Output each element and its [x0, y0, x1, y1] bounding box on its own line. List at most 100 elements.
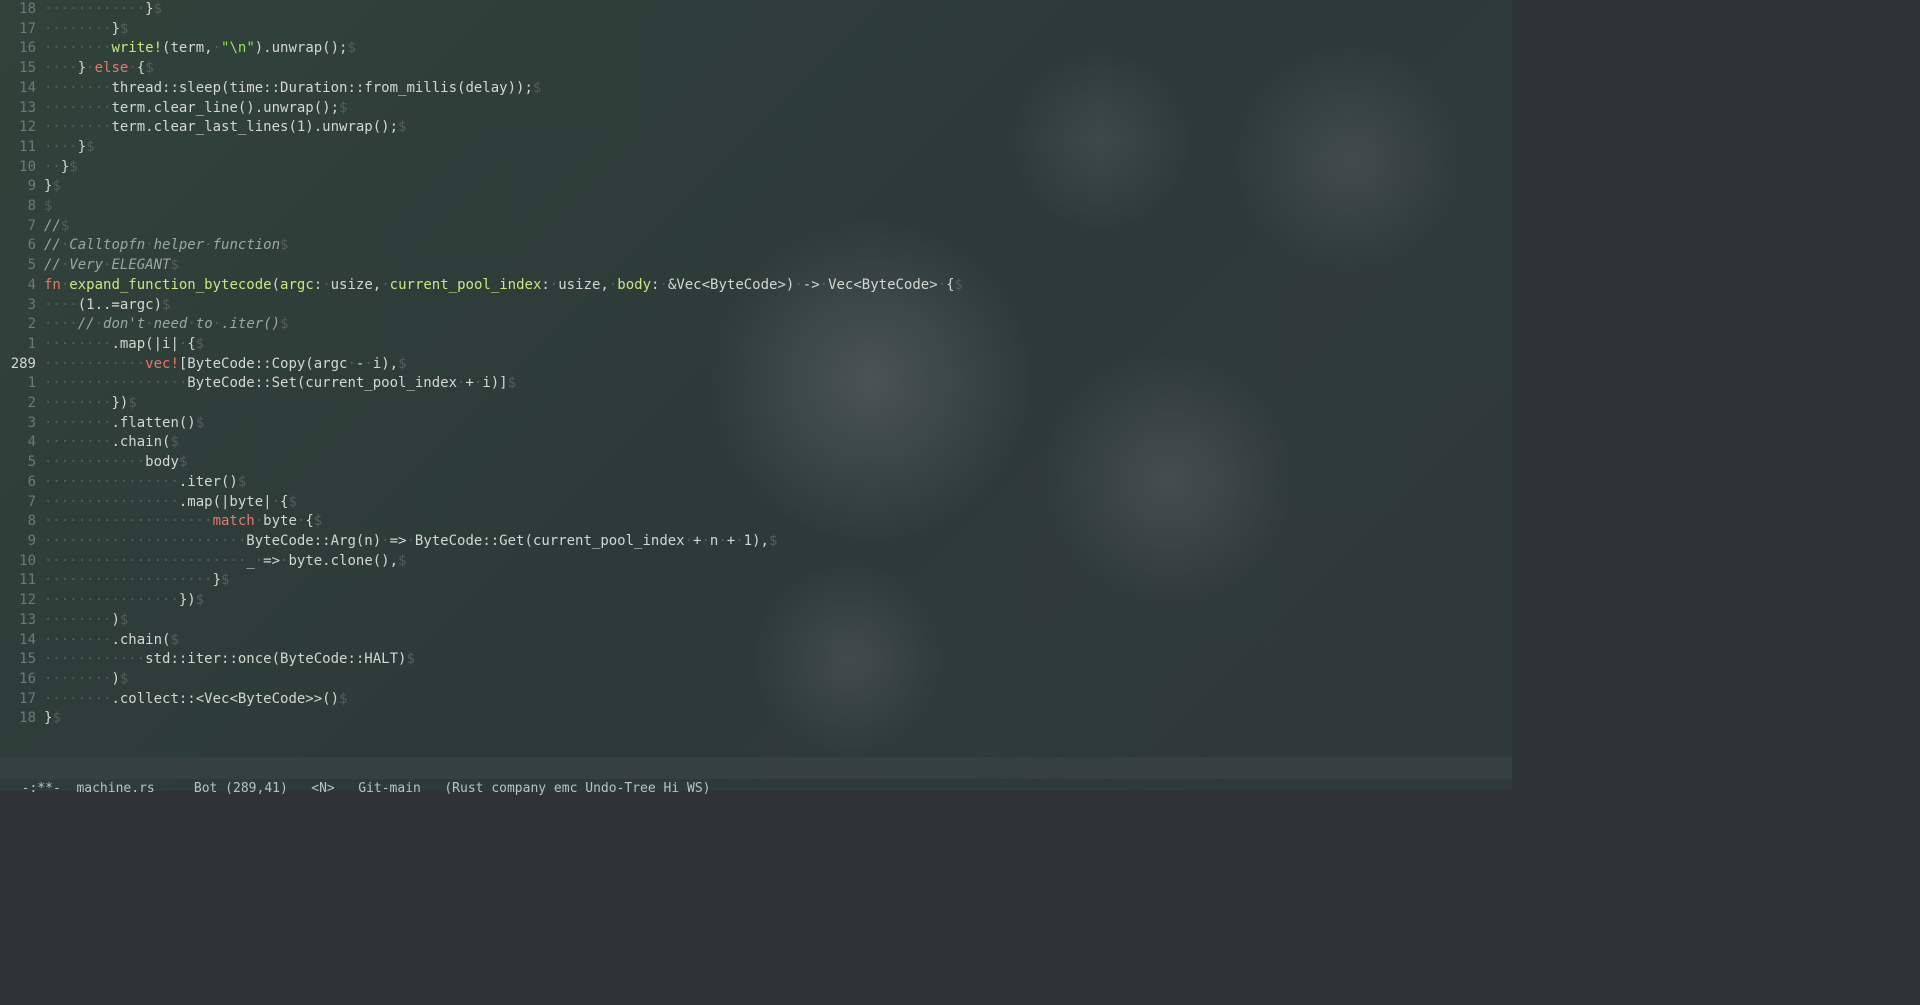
code-line[interactable]: 2····//·don't·need·to·.iter()$: [0, 315, 1512, 335]
token-fn-name: body: [617, 277, 651, 293]
code-line[interactable]: 11····}$: [0, 138, 1512, 158]
line-content[interactable]: //$: [44, 217, 1512, 237]
line-content[interactable]: ············vec![ByteCode::Copy(argc·-·i…: [44, 355, 1512, 375]
code-line[interactable]: 17········}$: [0, 20, 1512, 40]
line-content[interactable]: ····}$: [44, 138, 1512, 158]
line-content[interactable]: ········.flatten()$: [44, 414, 1512, 434]
code-line[interactable]: 6················.iter()$: [0, 473, 1512, 493]
token-punct: :: [314, 277, 322, 293]
line-number: 10: [0, 552, 44, 572]
line-content[interactable]: ························_·=>·byte.clone(…: [44, 552, 1512, 572]
code-line[interactable]: 9························ByteCode::Arg(n…: [0, 532, 1512, 552]
token-type: usize: [331, 277, 373, 293]
line-number: 1: [0, 374, 44, 394]
line-content[interactable]: //·Very·ELEGANT$: [44, 256, 1512, 276]
code-line[interactable]: 7················.map(|byte|·{$: [0, 493, 1512, 513]
line-number: 9: [0, 532, 44, 552]
token-ws: ·: [322, 277, 330, 293]
code-line[interactable]: 10························_·=>·byte.clon…: [0, 552, 1512, 572]
line-content[interactable]: ············}$: [44, 0, 1512, 20]
code-line[interactable]: 15············std::iter::once(ByteCode::…: [0, 650, 1512, 670]
code-line[interactable]: 6//·Calltopfn·helper·function$: [0, 236, 1512, 256]
line-content[interactable]: ··}$: [44, 158, 1512, 178]
code-line[interactable]: 289············vec![ByteCode::Copy(argc·…: [0, 355, 1512, 375]
line-number: 15: [0, 650, 44, 670]
line-content[interactable]: ········}$: [44, 20, 1512, 40]
code-line[interactable]: 3····(1..=argc)$: [0, 296, 1512, 316]
line-content[interactable]: ········term.clear_line().unwrap();$: [44, 99, 1512, 119]
line-number: 7: [0, 493, 44, 513]
line-content[interactable]: ············body$: [44, 453, 1512, 473]
line-content[interactable]: }$: [44, 177, 1512, 197]
line-content[interactable]: }$: [44, 709, 1512, 729]
code-line[interactable]: 13········term.clear_line().unwrap();$: [0, 99, 1512, 119]
line-content[interactable]: ········)$: [44, 670, 1512, 690]
code-line[interactable]: 10··}$: [0, 158, 1512, 178]
line-content[interactable]: $: [44, 197, 1512, 217]
code-line[interactable]: 7//$: [0, 217, 1512, 237]
line-content[interactable]: ················})$: [44, 591, 1512, 611]
code-line[interactable]: 15····}·else·{$: [0, 59, 1512, 79]
line-content[interactable]: ················.map(|byte|·{$: [44, 493, 1512, 513]
code-line[interactable]: 18············}$: [0, 0, 1512, 20]
code-line[interactable]: 12········term.clear_last_lines(1).unwra…: [0, 118, 1512, 138]
token-punct: {: [946, 277, 954, 293]
line-content[interactable]: fn·expand_function_bytecode(argc:·usize,…: [44, 276, 1512, 296]
line-content[interactable]: ········})$: [44, 394, 1512, 414]
line-content[interactable]: ····}·else·{$: [44, 59, 1512, 79]
line-content[interactable]: ········.map(|i|·{$: [44, 335, 1512, 355]
token-eol: $: [69, 159, 77, 175]
code-line[interactable]: 18}$: [0, 709, 1512, 729]
line-content[interactable]: ········.chain($: [44, 433, 1512, 453]
code-line[interactable]: 2········})$: [0, 394, 1512, 414]
token-type: Vec<ByteCode>: [828, 277, 938, 293]
code-line[interactable]: 16········write!(term,·"\n").unwrap();$: [0, 39, 1512, 59]
code-line[interactable]: 4fn·expand_function_bytecode(argc:·usize…: [0, 276, 1512, 296]
code-line[interactable]: 1·················ByteCode::Set(current_…: [0, 374, 1512, 394]
token-fn-name: expand_function_bytecode: [69, 277, 271, 293]
line-content[interactable]: ········.chain($: [44, 631, 1512, 651]
token-eol: $: [162, 297, 170, 313]
code-line[interactable]: 9}$: [0, 177, 1512, 197]
token-ws: ········: [44, 632, 111, 648]
token-ws: ·: [718, 533, 726, 549]
line-content[interactable]: ············std::iter::once(ByteCode::HA…: [44, 650, 1512, 670]
code-line[interactable]: 5············body$: [0, 453, 1512, 473]
line-content[interactable]: ····(1..=argc)$: [44, 296, 1512, 316]
token-eol: $: [769, 533, 777, 549]
line-content[interactable]: ········thread::sleep(time::Duration::fr…: [44, 79, 1512, 99]
code-line[interactable]: 16········)$: [0, 670, 1512, 690]
code-line[interactable]: 8····················match·byte·{$: [0, 512, 1512, 532]
line-content[interactable]: ················.iter()$: [44, 473, 1512, 493]
editor-area[interactable]: 18············}$17········}$16········wr…: [0, 0, 1512, 767]
line-content[interactable]: ········write!(term,·"\n").unwrap();$: [44, 39, 1512, 59]
code-line[interactable]: 12················})$: [0, 591, 1512, 611]
line-content[interactable]: ····················match·byte·{$: [44, 512, 1512, 532]
code-line[interactable]: 3········.flatten()$: [0, 414, 1512, 434]
token-eol: $: [128, 395, 136, 411]
token-ws: ·: [347, 356, 355, 372]
code-line[interactable]: 1········.map(|i|·{$: [0, 335, 1512, 355]
line-number: 6: [0, 473, 44, 493]
line-number: 3: [0, 296, 44, 316]
code-line[interactable]: 17········.collect::<Vec<ByteCode>>()$: [0, 690, 1512, 710]
line-content[interactable]: ····//·don't·need·to·.iter()$: [44, 315, 1512, 335]
code-line[interactable]: 8$: [0, 197, 1512, 217]
line-number: 7: [0, 217, 44, 237]
line-content[interactable]: ························ByteCode::Arg(n)…: [44, 532, 1512, 552]
code-line[interactable]: 5//·Very·ELEGANT$: [0, 256, 1512, 276]
line-content[interactable]: ····················}$: [44, 571, 1512, 591]
token-punct: }: [111, 21, 119, 37]
line-content[interactable]: ········term.clear_last_lines(1).unwrap(…: [44, 118, 1512, 138]
line-content[interactable]: ·················ByteCode::Set(current_p…: [44, 374, 1512, 394]
line-content[interactable]: ········.collect::<Vec<ByteCode>>()$: [44, 690, 1512, 710]
code-line[interactable]: 14········thread::sleep(time::Duration::…: [0, 79, 1512, 99]
code-line[interactable]: 13········)$: [0, 611, 1512, 631]
code-line[interactable]: 14········.chain($: [0, 631, 1512, 651]
code-line[interactable]: 4········.chain($: [0, 433, 1512, 453]
code-line[interactable]: 11····················}$: [0, 571, 1512, 591]
line-content[interactable]: //·Calltopfn·helper·function$: [44, 236, 1512, 256]
token-punct: .map(|i|: [111, 336, 178, 352]
line-content[interactable]: ········)$: [44, 611, 1512, 631]
token-ws: ·: [145, 316, 153, 332]
